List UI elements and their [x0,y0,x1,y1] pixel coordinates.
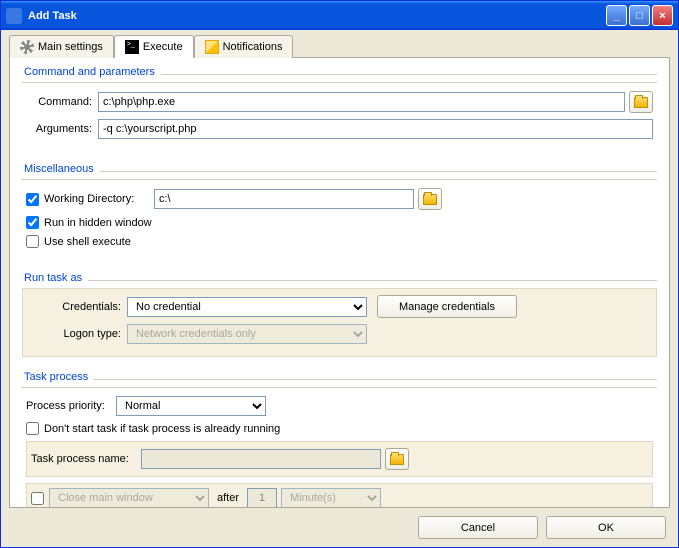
label-credentials: Credentials: [27,301,127,313]
add-task-window: Add Task _ □ × Main settings Execute Not… [0,0,679,548]
working-dir-checkbox[interactable] [26,193,39,206]
label-task-process-name: Task process name: [31,453,141,465]
maximize-button[interactable]: □ [629,5,650,26]
arguments-input[interactable] [98,119,653,139]
close-button[interactable]: × [652,5,673,26]
use-shell-checkbox[interactable] [26,235,39,248]
folder-icon [390,454,404,465]
close-after-checkbox[interactable] [31,492,44,505]
tab-bar: Main settings Execute Notifications [9,34,670,58]
task-process-name-input [141,449,381,469]
tab-panel: Command and parameters Command: Argument… [9,58,670,508]
command-input[interactable] [98,92,625,112]
label-use-shell: Use shell execute [44,236,131,248]
folder-icon [423,194,437,205]
label-working-dir: Working Directory: [44,193,154,205]
manage-credentials-button[interactable]: Manage credentials [377,295,517,318]
after-value-input [247,488,277,508]
credentials-select[interactable]: No credential [127,297,367,317]
logon-type-select: Network credentials only [127,324,367,344]
ok-button[interactable]: OK [546,516,666,539]
group-miscellaneous: Miscellaneous Working Directory: Run in … [22,163,657,258]
terminal-icon [125,40,139,54]
group-title-task-process: Task process [22,371,88,383]
browse-process-name-button[interactable] [385,448,409,470]
folder-icon [634,97,648,108]
envelope-icon [205,40,219,54]
title-bar: Add Task _ □ × [1,1,678,30]
tab-execute-label: Execute [143,41,183,53]
cancel-button[interactable]: Cancel [418,516,538,539]
label-logon-type: Logon type: [27,328,127,340]
working-dir-input[interactable] [154,189,414,209]
tab-notifications[interactable]: Notifications [194,35,294,58]
tab-main-label: Main settings [38,41,103,53]
tab-execute[interactable]: Execute [114,35,194,58]
window-title: Add Task [28,10,604,22]
group-run-as: Run task as Credentials: No credential M… [22,272,657,357]
label-dont-start: Don't start task if task process is alre… [44,423,280,435]
group-title-command: Command and parameters [22,66,155,78]
after-unit-select: Minute(s) [281,488,381,508]
dont-start-checkbox[interactable] [26,422,39,435]
group-command-params: Command and parameters Command: Argument… [22,66,657,149]
browse-command-button[interactable] [629,91,653,113]
app-icon [6,8,22,24]
process-priority-select[interactable]: Normal [116,396,266,416]
group-title-misc: Miscellaneous [22,163,94,175]
minimize-button[interactable]: _ [606,5,627,26]
close-action-select: Close main window [49,488,209,508]
browse-working-dir-button[interactable] [418,188,442,210]
run-hidden-checkbox[interactable] [26,216,39,229]
label-process-priority: Process priority: [26,400,116,412]
gear-icon [20,40,34,54]
label-arguments: Arguments: [26,123,98,135]
dialog-footer: Cancel OK [9,508,670,539]
label-after: after [217,492,239,504]
window-body: Main settings Execute Notifications Comm… [1,30,678,547]
tab-notifications-label: Notifications [223,41,283,53]
label-command: Command: [26,96,98,108]
label-run-hidden: Run in hidden window [44,217,152,229]
tab-main-settings[interactable]: Main settings [9,35,114,58]
group-task-process: Task process Process priority: Normal Do… [22,371,657,508]
group-title-run-as: Run task as [22,272,82,284]
